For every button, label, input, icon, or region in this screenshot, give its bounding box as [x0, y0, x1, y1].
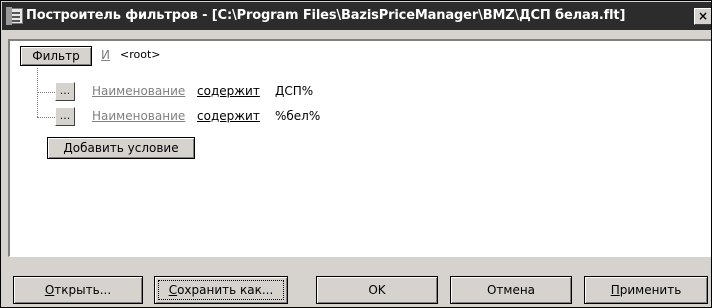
apply-label: рименить — [619, 282, 682, 297]
cancel-button[interactable]: Отмена — [450, 276, 572, 304]
open-hotkey: О — [44, 282, 55, 297]
apply-hotkey: П — [610, 282, 620, 297]
tree-connector-1 — [37, 92, 55, 93]
apply-button[interactable]: Применить — [584, 276, 708, 304]
open-button[interactable]: Открыть... — [13, 276, 143, 304]
condition-field-link[interactable]: Наименование — [92, 109, 185, 123]
title-bar[interactable]: Построитель фильтров - [C:\Program Files… — [2, 2, 711, 30]
condition-value[interactable]: ДСП% — [275, 84, 313, 98]
save-as-button[interactable]: Сохранить как... — [154, 276, 288, 304]
app-icon — [6, 7, 23, 25]
ok-button[interactable]: OK — [316, 276, 438, 304]
filter-builder-window: Построитель фильтров - [C:\Program Files… — [0, 0, 712, 308]
condition-value[interactable]: %бел% — [275, 109, 320, 123]
window-title: Построитель фильтров - [C:\Program Files… — [26, 8, 626, 23]
tree-connector-2 — [37, 117, 55, 118]
condition-field-link[interactable]: Наименование — [92, 84, 185, 98]
open-label: ткрыть... — [54, 282, 112, 297]
add-condition-button[interactable]: Добавить условие — [47, 137, 195, 159]
logic-operator-link[interactable]: И — [101, 48, 110, 62]
condition-menu-button[interactable]: ... — [55, 82, 75, 101]
filter-root-button[interactable]: Фильтр — [20, 46, 92, 66]
condition-operator-link[interactable]: содержит — [197, 109, 260, 123]
save-as-hotkey: С — [168, 282, 178, 297]
condition-operator-link[interactable]: содержит — [197, 84, 260, 98]
root-label: <root> — [120, 48, 161, 61]
close-icon[interactable]: × — [694, 8, 711, 25]
condition-menu-button[interactable]: ... — [55, 107, 75, 126]
save-as-label: охранить как... — [177, 282, 274, 297]
filter-tree-panel: Фильтр И <root> ... Наименование содержи… — [8, 39, 711, 257]
